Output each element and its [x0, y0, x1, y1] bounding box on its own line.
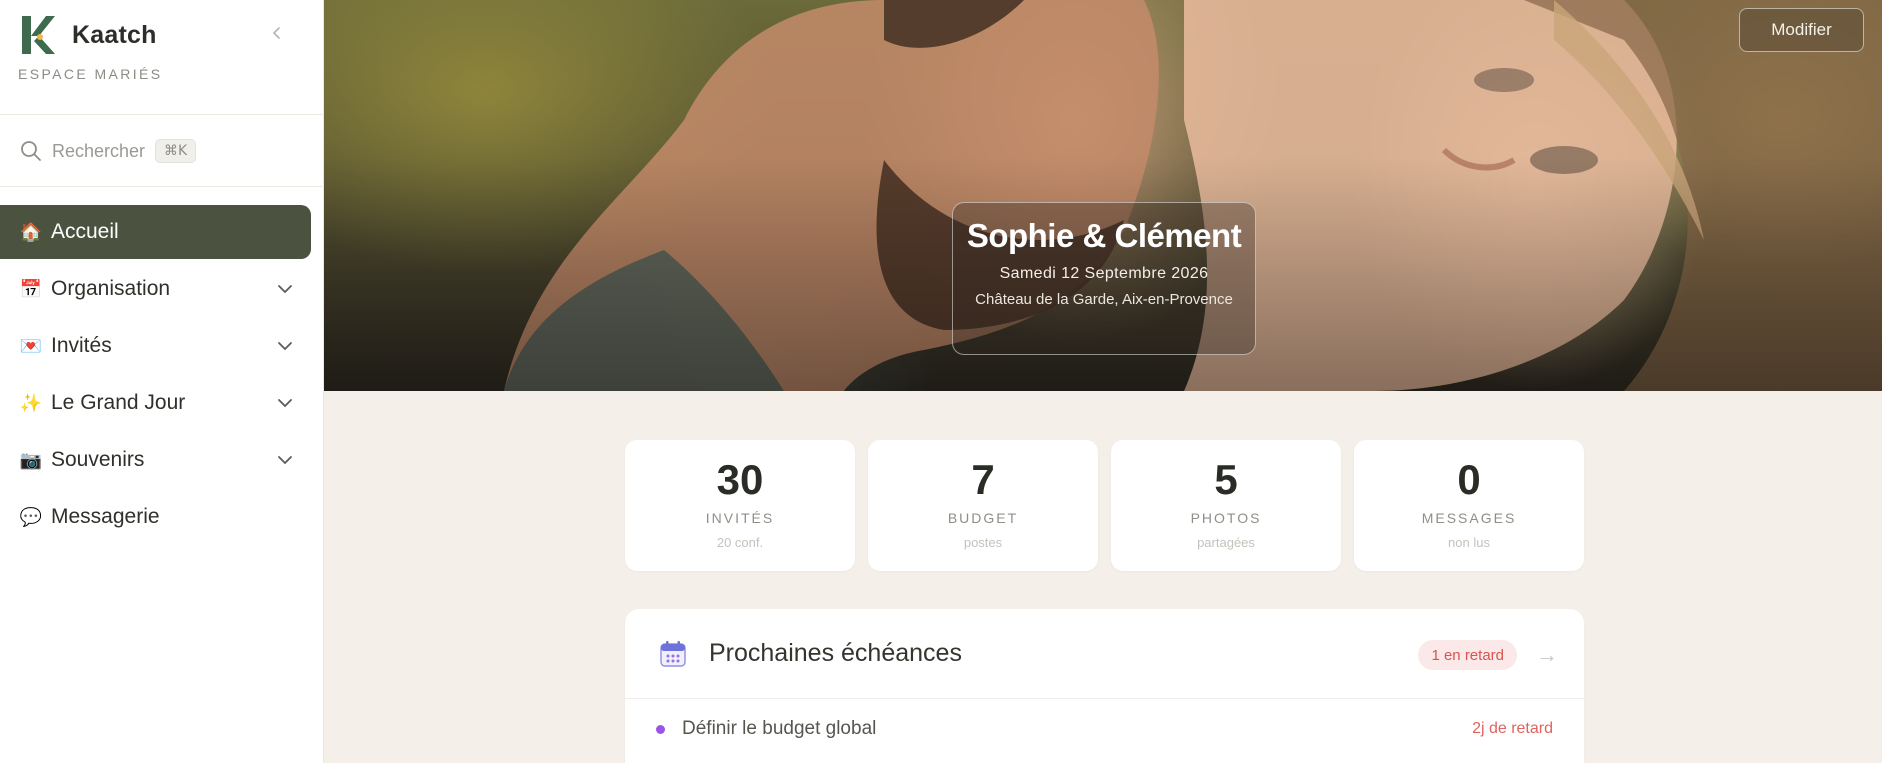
- sidebar-item-invites[interactable]: 💌 Invités: [0, 319, 311, 373]
- divider: [0, 114, 324, 115]
- sidebar: Kaatch ESPACE MARIÉS Rechercher ⌘K 🏠 Acc…: [0, 0, 324, 763]
- couple-names: Sophie & Clément: [966, 217, 1242, 254]
- sidebar-item-label: Messagerie: [51, 505, 160, 528]
- deadline-item[interactable]: Définir le budget global 2j de retard: [625, 699, 1584, 759]
- wedding-date: Samedi 12 Septembre 2026: [999, 265, 1209, 282]
- stat-card-budget[interactable]: 7 BUDGET postes: [868, 440, 1098, 571]
- sidebar-item-le-grand-jour[interactable]: ✨ Le Grand Jour: [0, 376, 311, 430]
- chevron-down-icon[interactable]: [276, 451, 294, 469]
- search-placeholder: Rechercher: [52, 140, 146, 161]
- sidebar-item-messagerie[interactable]: 💬 Messagerie: [0, 490, 311, 544]
- stat-card-invites[interactable]: 30 INVITÉS 20 conf.: [625, 440, 855, 571]
- divider: [0, 186, 324, 187]
- sidebar-item-label: Le Grand Jour: [51, 391, 186, 414]
- love-letter-icon: 💌: [19, 335, 43, 357]
- sidebar-nav: 🏠 Accueil 📅 Organisation 💌 Invités ✨ Le …: [0, 205, 324, 547]
- chevron-down-icon[interactable]: [276, 394, 294, 412]
- stat-value: 30: [716, 456, 764, 503]
- arrow-right-icon[interactable]: →: [1536, 642, 1558, 668]
- modify-button[interactable]: Modifier: [1739, 8, 1864, 52]
- chevron-down-icon[interactable]: [276, 337, 294, 355]
- sidebar-item-label: Invités: [51, 334, 112, 357]
- status-dot: [656, 724, 665, 734]
- sidebar-item-souvenirs[interactable]: 📷 Souvenirs: [0, 433, 311, 487]
- stat-card-messages[interactable]: 0 MESSAGES non lus: [1354, 440, 1584, 571]
- chevron-left-icon: [272, 27, 280, 39]
- stat-sublabel: 20 conf.: [716, 535, 764, 550]
- stat-sublabel: postes: [963, 535, 1003, 550]
- sparkles-icon: ✨: [19, 392, 43, 414]
- sidebar-item-accueil[interactable]: 🏠 Accueil: [0, 205, 311, 259]
- deadlines-header: Prochaines échéances 1 en retard →: [625, 609, 1584, 699]
- calendar-icon: 📅: [19, 278, 43, 300]
- stat-sublabel: partagées: [1197, 535, 1255, 550]
- brand[interactable]: Kaatch: [20, 14, 157, 56]
- hero-banner: Modifier Sophie & Clément Samedi 12 Sept…: [324, 0, 1882, 391]
- deadline-status: 2j de retard: [1472, 720, 1553, 737]
- collapse-sidebar-button[interactable]: [266, 22, 288, 44]
- stat-sublabel: non lus: [1448, 535, 1490, 550]
- couple-card: Sophie & Clément Samedi 12 Septembre 202…: [952, 202, 1256, 355]
- sidebar-item-label: Organisation: [51, 277, 171, 300]
- stat-value: 0: [1457, 456, 1481, 503]
- stat-label: MESSAGES: [1421, 510, 1517, 526]
- camera-icon: 📷: [19, 449, 43, 471]
- deadlines-title: Prochaines échéances: [709, 639, 962, 667]
- brand-name: Kaatch: [72, 20, 157, 49]
- wedding-venue: Château de la Garde, Aix-en-Provence: [975, 291, 1233, 308]
- deadlines-card: Prochaines échéances 1 en retard → Défin…: [625, 609, 1584, 763]
- calendar-icon: [660, 640, 686, 667]
- deadline-label: Définir le budget global: [682, 718, 877, 739]
- stat-value: 7: [971, 456, 995, 503]
- search-input[interactable]: Rechercher ⌘K: [20, 135, 300, 167]
- sidebar-item-organisation[interactable]: 📅 Organisation: [0, 262, 311, 316]
- sidebar-item-label: Souvenirs: [51, 448, 145, 471]
- stat-value: 5: [1214, 456, 1238, 503]
- sidebar-item-label: Accueil: [51, 220, 119, 243]
- stats-row: 30 INVITÉS 20 conf. 7 BUDGET postes 5 PH…: [625, 440, 1597, 571]
- late-count-badge: 1 en retard: [1418, 640, 1517, 670]
- kaatch-logo-icon: [22, 16, 55, 54]
- stat-card-photos[interactable]: 5 PHOTOS partagées: [1111, 440, 1341, 571]
- search-icon: [21, 141, 41, 161]
- brand-subtitle: ESPACE MARIÉS: [18, 66, 163, 82]
- search-shortcut-badge: ⌘K: [155, 139, 197, 163]
- stat-label: BUDGET: [947, 510, 1019, 526]
- chevron-down-icon[interactable]: [276, 280, 294, 298]
- stat-label: INVITÉS: [705, 510, 775, 526]
- stat-label: PHOTOS: [1190, 510, 1262, 526]
- speech-bubble-icon: 💬: [19, 506, 43, 528]
- house-icon: 🏠: [19, 221, 43, 243]
